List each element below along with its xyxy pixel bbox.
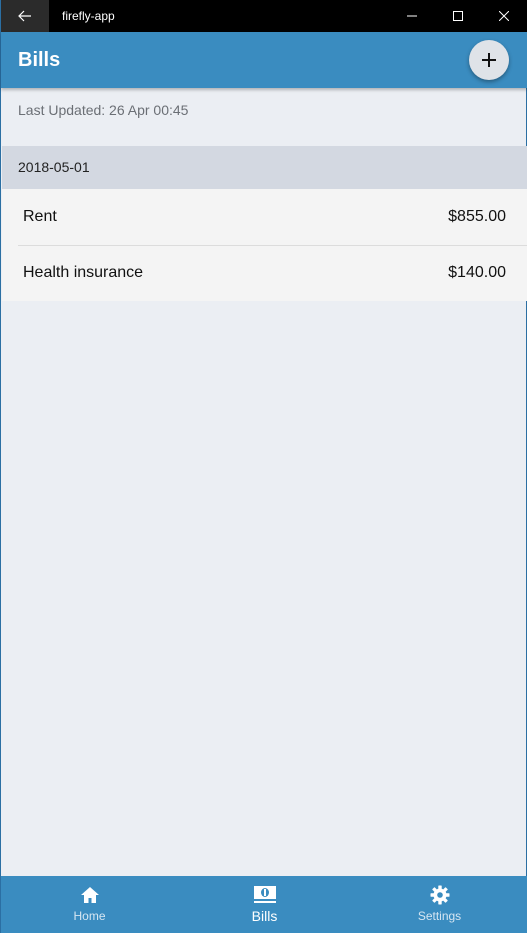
close-button[interactable]	[481, 0, 527, 32]
minimize-button[interactable]	[389, 0, 435, 32]
last-updated-text: Last Updated: 26 Apr 00:45	[18, 102, 189, 118]
bottom-navigation: Home Bills Settings	[1, 876, 527, 933]
back-button[interactable]	[1, 0, 49, 32]
nav-label-bills: Bills	[251, 908, 278, 924]
nav-item-settings[interactable]: Settings	[352, 876, 527, 933]
window-title: firefly-app	[62, 9, 115, 23]
app-window: firefly-app Bills Last Updated: 26 Apr 0…	[0, 0, 527, 933]
nav-label-home: Home	[73, 909, 106, 923]
money-icon	[253, 885, 276, 905]
add-bill-button[interactable]	[469, 40, 509, 80]
nav-item-home[interactable]: Home	[2, 876, 177, 933]
bill-row[interactable]: Rent $855.00	[2, 189, 527, 246]
bill-list: Rent $855.00 Health insurance $140.00	[2, 189, 527, 301]
bill-amount: $855.00	[448, 208, 506, 225]
app-header: Bills	[1, 32, 527, 88]
nav-label-settings: Settings	[417, 909, 462, 923]
maximize-icon	[453, 11, 463, 21]
maximize-button[interactable]	[435, 0, 481, 32]
close-icon	[499, 11, 509, 21]
bills-section-header: 2018-05-01	[2, 146, 527, 189]
bill-name: Rent	[23, 208, 57, 225]
page-title: Bills	[18, 49, 61, 71]
plus-icon	[482, 53, 496, 67]
section-date: 2018-05-01	[18, 159, 90, 175]
home-icon	[80, 885, 100, 905]
arrow-left-icon	[18, 10, 31, 22]
bill-amount: $140.00	[448, 264, 506, 281]
minimize-icon	[407, 15, 417, 17]
title-bar: firefly-app	[1, 0, 527, 32]
nav-item-bills[interactable]: Bills	[177, 876, 352, 933]
bill-name: Health insurance	[23, 264, 144, 281]
gear-icon	[430, 885, 450, 905]
bill-row[interactable]: Health insurance $140.00	[2, 245, 527, 301]
